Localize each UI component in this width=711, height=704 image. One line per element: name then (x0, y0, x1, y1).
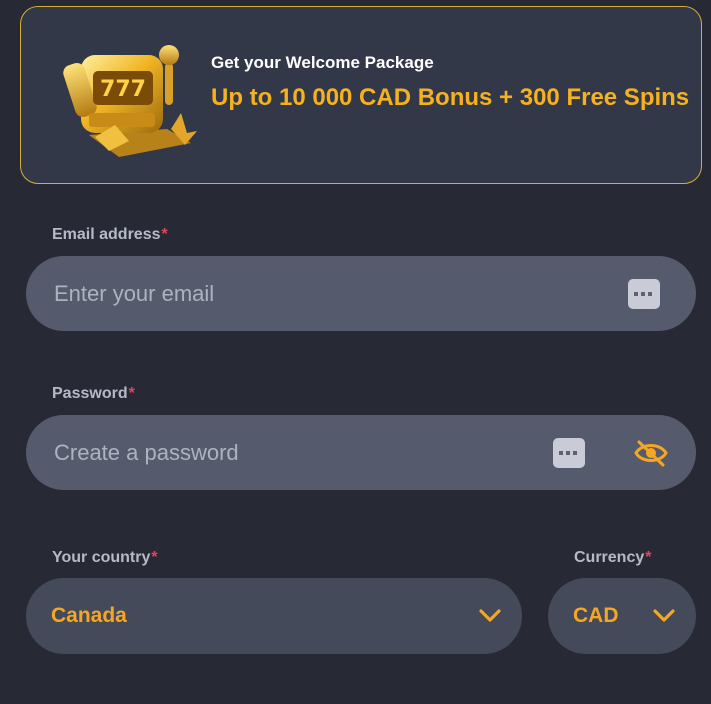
slot-machine-icon: 777 (63, 45, 197, 157)
required-mark: * (161, 226, 168, 243)
currency-select[interactable]: CAD (548, 578, 696, 654)
password-label-text: Password (52, 385, 128, 402)
email-field[interactable]: Enter your email (26, 256, 696, 331)
welcome-banner: 777 Get your Welcome Package Up to 10 00… (20, 6, 702, 184)
required-mark: * (151, 549, 158, 566)
banner-headline: Up to 10 000 CAD Bonus + 300 Free Spins (211, 84, 690, 111)
currency-label: Currency* (574, 549, 651, 567)
keyboard-autofill-icon[interactable] (553, 437, 585, 468)
chevron-down-icon (653, 609, 675, 622)
chevron-down-icon (479, 609, 501, 622)
password-field[interactable]: Create a password (26, 415, 696, 490)
country-label: Your country* (52, 549, 158, 567)
required-mark: * (128, 385, 135, 402)
email-label: Email address* (52, 226, 168, 244)
currency-label-text: Currency (574, 549, 645, 566)
email-placeholder: Enter your email (54, 280, 215, 306)
required-mark: * (645, 549, 652, 566)
country-label-text: Your country (52, 549, 151, 566)
banner-pretitle: Get your Welcome Package (211, 53, 434, 72)
eye-slash-icon[interactable] (633, 438, 669, 468)
password-label: Password* (52, 385, 135, 403)
email-label-text: Email address (52, 226, 161, 243)
slot-reel-text: 777 (100, 77, 146, 102)
registration-form: 777 Get your Welcome Package Up to 10 00… (0, 0, 711, 704)
password-placeholder: Create a password (54, 439, 239, 465)
keyboard-autofill-icon[interactable] (628, 278, 660, 309)
currency-value: CAD (573, 604, 619, 627)
country-value: Canada (51, 604, 127, 627)
country-select[interactable]: Canada (26, 578, 522, 654)
